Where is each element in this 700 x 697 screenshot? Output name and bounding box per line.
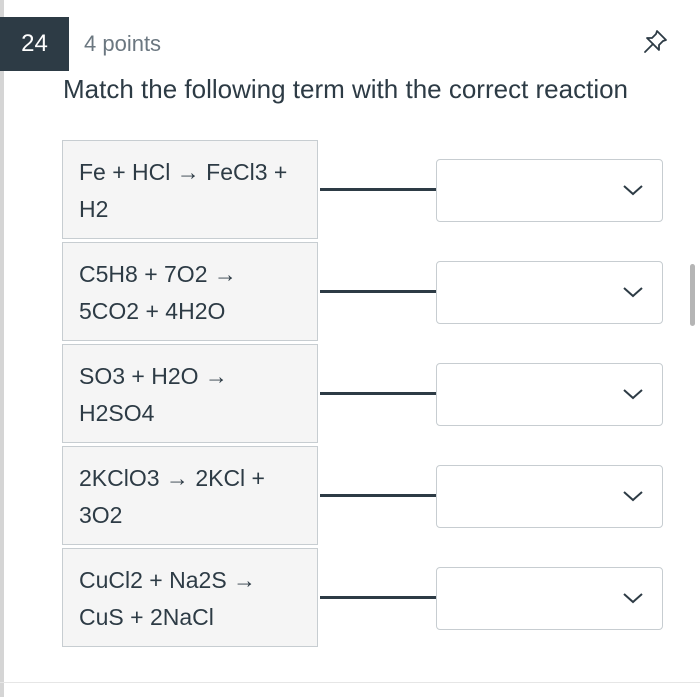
chevron-down-icon [623, 491, 643, 502]
match-term: C5H8 + 7O2 → 5CO2 + 4H2O [62, 242, 318, 341]
term-line: C5H8 + 7O2 → [79, 261, 237, 287]
connector-line [320, 392, 436, 395]
connector-line [320, 596, 436, 599]
match-row: 2KClO3 → 2KCl + 3O2 [62, 446, 672, 547]
match-term: SO3 + H2O → H2SO4 [62, 344, 318, 443]
bottom-divider [0, 682, 700, 683]
match-row: SO3 + H2O → H2SO4 [62, 344, 672, 445]
question-points: 4 points [84, 31, 162, 56]
term-line: CuCl2 + Na2S → [79, 567, 257, 593]
connector-line [320, 188, 436, 191]
question-prompt: Match the following term with the correc… [63, 74, 629, 104]
connector-line [320, 494, 436, 497]
chevron-down-icon [623, 185, 643, 196]
match-row: C5H8 + 7O2 → 5CO2 + 4H2O [62, 242, 672, 343]
left-border [0, 0, 4, 697]
question-number-badge: 24 [0, 17, 69, 71]
match-row: CuCl2 + Na2S → CuS + 2NaCl [62, 548, 672, 649]
answer-dropdown[interactable] [436, 465, 663, 528]
term-line: 2KClO3 → 2KCl + [79, 465, 265, 491]
chevron-down-icon [623, 593, 643, 604]
pushpin-icon[interactable] [641, 28, 669, 56]
term-line: 5CO2 + 4H2O [79, 298, 226, 324]
term-line: Fe + HCl → FeCl3 + [79, 159, 288, 185]
answer-dropdown[interactable] [436, 567, 663, 630]
term-line: 3O2 [79, 502, 123, 528]
term-line: H2SO4 [79, 400, 155, 426]
answer-dropdown[interactable] [436, 261, 663, 324]
match-term: Fe + HCl → FeCl3 + H2 [62, 140, 318, 239]
chevron-down-icon [623, 287, 643, 298]
term-line: CuS + 2NaCl [79, 604, 214, 630]
chevron-down-icon [623, 389, 643, 400]
scrollbar-thumb[interactable] [690, 264, 695, 326]
match-term: 2KClO3 → 2KCl + 3O2 [62, 446, 318, 545]
connector-line [320, 290, 436, 293]
term-line: H2 [79, 196, 109, 222]
match-row: Fe + HCl → FeCl3 + H2 [62, 140, 672, 241]
match-term: CuCl2 + Na2S → CuS + 2NaCl [62, 548, 318, 647]
answer-dropdown[interactable] [436, 159, 663, 222]
term-line: SO3 + H2O → [79, 363, 228, 389]
matching-list: Fe + HCl → FeCl3 + H2 C5H8 + 7O2 → 5CO2 … [62, 140, 672, 650]
answer-dropdown[interactable] [436, 363, 663, 426]
